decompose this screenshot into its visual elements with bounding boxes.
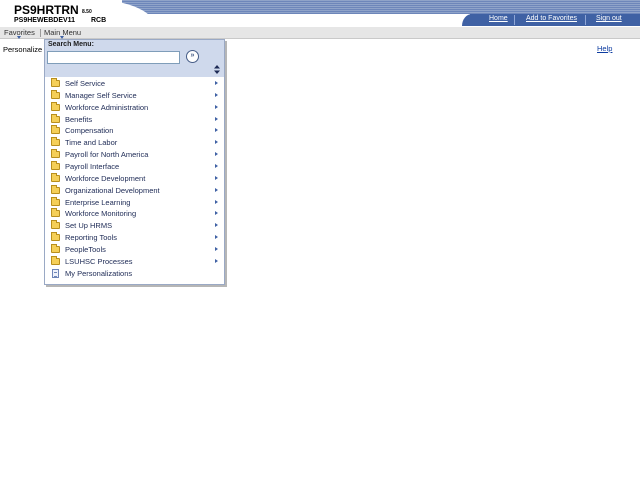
menu-item-label: Manager Self Service	[65, 90, 137, 100]
submenu-arrow-icon	[215, 81, 218, 85]
menu-item[interactable]: Payroll Interface	[45, 160, 224, 173]
page-header: Home Add to Favorites Sign out PS9HRTRN …	[0, 0, 640, 28]
sort-icon[interactable]	[214, 65, 220, 74]
submenu-arrow-icon	[215, 187, 218, 192]
submenu-arrow-icon	[215, 152, 218, 157]
folder-icon	[51, 208, 60, 218]
submenu-arrow-icon	[215, 163, 218, 168]
folder-icon	[51, 172, 60, 182]
document-icon	[52, 268, 59, 278]
menu-item-label: Payroll for North America	[65, 150, 149, 160]
menu-item[interactable]: Compensation	[45, 125, 224, 137]
submenu-arrow-icon	[215, 223, 218, 228]
menu-item-label: Self Service	[65, 79, 106, 88]
menu-item-label: Workforce Administration	[65, 102, 149, 112]
menu-item[interactable]: Benefits	[45, 113, 224, 126]
favorites-caret-icon	[17, 36, 21, 39]
app-name: PS9HRTRN	[14, 3, 79, 17]
nav-separator	[585, 15, 586, 25]
menu-item[interactable]: Enterprise Learning	[45, 196, 224, 209]
menu-item-label: Workforce Monitoring	[65, 209, 137, 219]
folder-icon	[51, 137, 60, 147]
menu-item[interactable]: LSUHSC Processes	[45, 255, 224, 268]
personalize-link[interactable]: Personalize	[3, 45, 42, 54]
folder-icon	[51, 232, 60, 242]
menu-item[interactable]: Workforce Development	[45, 172, 224, 185]
nav-separator	[514, 15, 515, 25]
menu-item-label: Payroll Interface	[65, 161, 120, 171]
menu-item[interactable]: Payroll for North America	[45, 149, 224, 161]
submenu-arrow-icon	[215, 140, 218, 145]
folder-icon	[51, 243, 60, 253]
submenu-arrow-icon	[215, 246, 218, 251]
header-stripes	[122, 0, 640, 14]
menu-item[interactable]: Workforce Monitoring	[45, 208, 224, 220]
menu-item-label: PeopleTools	[65, 244, 106, 254]
submenu-arrow-icon	[215, 175, 218, 180]
database-name: PS9HEWEBDEV11	[14, 17, 76, 24]
menu-item-label: Benefits	[65, 114, 93, 124]
menu-item[interactable]: Time and Labor	[45, 137, 224, 149]
folder-icon	[51, 255, 60, 265]
menu-item[interactable]: Set Up HRMS	[45, 220, 224, 232]
submenu-arrow-icon	[215, 92, 218, 97]
menu-item[interactable]: Manager Self Service	[45, 89, 224, 102]
menu-item-label: Workforce Development	[65, 173, 146, 183]
search-menu-input[interactable]	[47, 51, 180, 64]
submenu-arrow-icon	[215, 235, 218, 240]
menu-bar-separator	[40, 29, 41, 37]
menu-item-label: Compensation	[65, 126, 114, 136]
menu-bar	[0, 27, 640, 39]
home-link[interactable]: Home	[489, 15, 508, 22]
folder-icon	[51, 78, 60, 87]
folder-icon	[51, 149, 60, 159]
search-menu-label: Search Menu:	[48, 41, 94, 48]
folder-icon	[51, 125, 60, 135]
menu-item-label: Time and Labor	[65, 138, 118, 148]
menu-item-label: My Personalizations	[65, 268, 133, 278]
user-id: RCB	[91, 17, 107, 24]
submenu-arrow-icon	[215, 128, 218, 133]
search-menu-area: Search Menu: »	[45, 40, 224, 77]
go-arrow-icon[interactable]: »	[186, 50, 199, 63]
menu-item-label: LSUHSC Processes	[65, 256, 133, 266]
app-version: 8.50	[82, 9, 92, 15]
menu-item[interactable]: Reporting Tools	[45, 232, 224, 244]
menu-item-label: Reporting Tools	[65, 233, 117, 243]
menu-item-label: Organizational Development	[65, 185, 160, 195]
menu-item[interactable]: Self Service	[45, 78, 224, 90]
submenu-arrow-icon	[215, 258, 218, 263]
submenu-arrow-icon	[215, 199, 218, 204]
folder-icon	[51, 101, 60, 111]
menu-item[interactable]: Organizational Development	[45, 184, 224, 197]
folder-icon	[51, 89, 60, 99]
folder-icon	[51, 160, 60, 170]
main-menu-dropdown: Search Menu: » Self Service Manager Self …	[44, 39, 225, 285]
menu-item[interactable]: PeopleTools	[45, 243, 224, 256]
menu-item-label: Set Up HRMS	[65, 221, 113, 231]
sign-out-link[interactable]: Sign out	[596, 15, 622, 22]
folder-icon	[51, 113, 60, 123]
menu-item-label: Enterprise Learning	[65, 197, 131, 207]
menu-item[interactable]: Workforce Administration	[45, 101, 224, 114]
submenu-arrow-icon	[215, 116, 218, 121]
submenu-arrow-icon	[215, 104, 218, 109]
submenu-arrow-icon	[215, 211, 218, 216]
help-link[interactable]: Help	[597, 44, 612, 53]
folder-icon	[51, 184, 60, 194]
folder-icon	[51, 220, 60, 230]
menu-item[interactable]: My Personalizations	[45, 268, 224, 280]
folder-icon	[51, 196, 60, 206]
add-to-favorites-link[interactable]: Add to Favorites	[526, 15, 577, 22]
